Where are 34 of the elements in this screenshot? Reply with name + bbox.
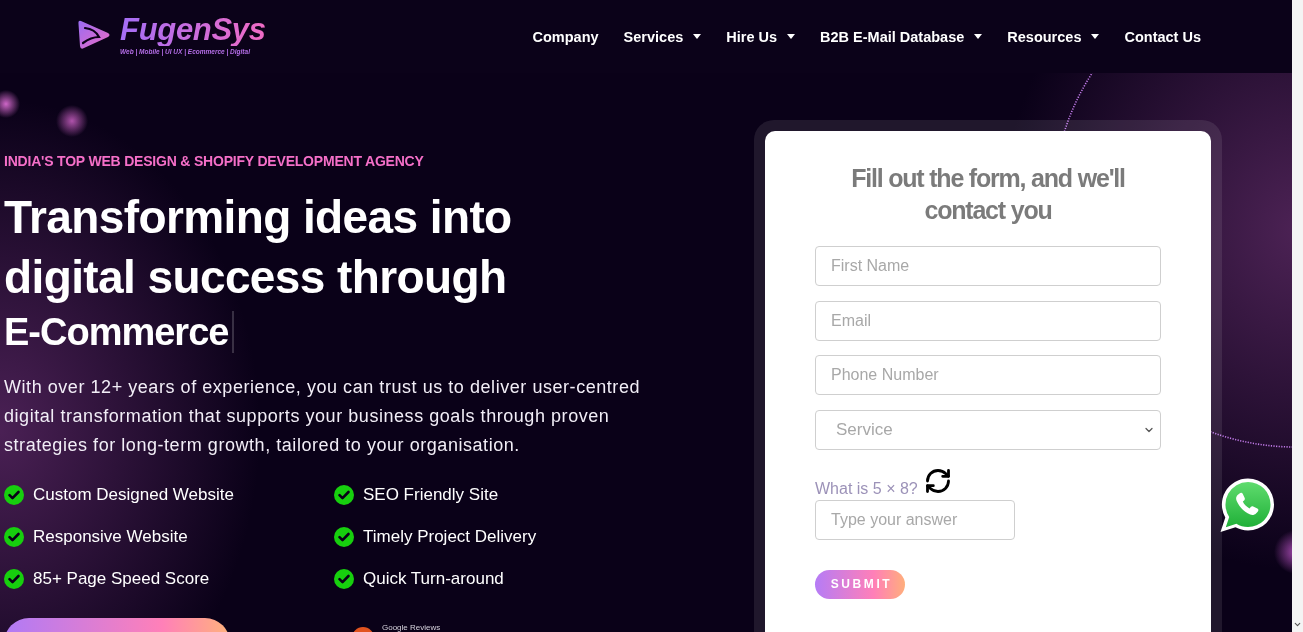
hero-headline: Transforming ideas into digital success through (4, 190, 513, 305)
check-circle-icon (4, 527, 24, 547)
nav-link[interactable]: Hire Us (726, 28, 796, 45)
nav-link[interactable]: Services (623, 28, 702, 45)
nav-link[interactable]: B2B E-Mail Database (820, 28, 983, 45)
feature-text: 85+ Page Speed Score (33, 569, 210, 589)
feature-text: Responsive Website (33, 527, 188, 547)
reviews-label: Google Reviews (382, 623, 441, 632)
text-cursor-icon (232, 311, 235, 353)
phone-chat-icon[interactable] (1219, 477, 1276, 534)
answer-field[interactable]: Type your answer (815, 499, 1015, 540)
first-name-field[interactable]: First Name (815, 246, 1161, 286)
refresh-icon[interactable] (923, 466, 952, 495)
typed-word: E-Commerce (4, 310, 229, 355)
scroll-down-icon[interactable] (1293, 620, 1302, 629)
feature-text: Quick Turn-around (363, 569, 504, 589)
feature-text: Timely Project Delivery (363, 527, 537, 547)
hero-description: With over 12+ years of experience, you can trust us to deliver user-centred digital transformation that supports your business goals through proven strategies for long-term growth, tailored to your organisation. (4, 376, 642, 457)
check-circle-icon (334, 485, 354, 505)
nav-link[interactable]: Company (532, 28, 599, 45)
check-circle-icon (4, 569, 24, 589)
check-circle-icon (334, 527, 354, 547)
check-circle-icon (334, 569, 354, 589)
nav-link[interactable]: Resources (1007, 28, 1100, 45)
logo-icon (77, 18, 111, 51)
email-field[interactable]: Email (815, 300, 1161, 341)
eyebrow-text: INDIA'S TOP WEB DESIGN & SHOPIFY DEVELOPMENT AGENCY (4, 153, 424, 169)
form-title: Fill out the form, and we'll contact you (850, 163, 1126, 226)
check-circle-icon (4, 485, 24, 505)
captcha-question: What is 5 × 8? (815, 478, 918, 499)
nav-link[interactable]: Contact Us (1124, 28, 1201, 45)
feature-text: SEO Friendly Site (363, 485, 499, 505)
phone-number-field[interactable]: Phone Number (815, 355, 1161, 395)
feature-text: Custom Designed Website (33, 485, 234, 505)
